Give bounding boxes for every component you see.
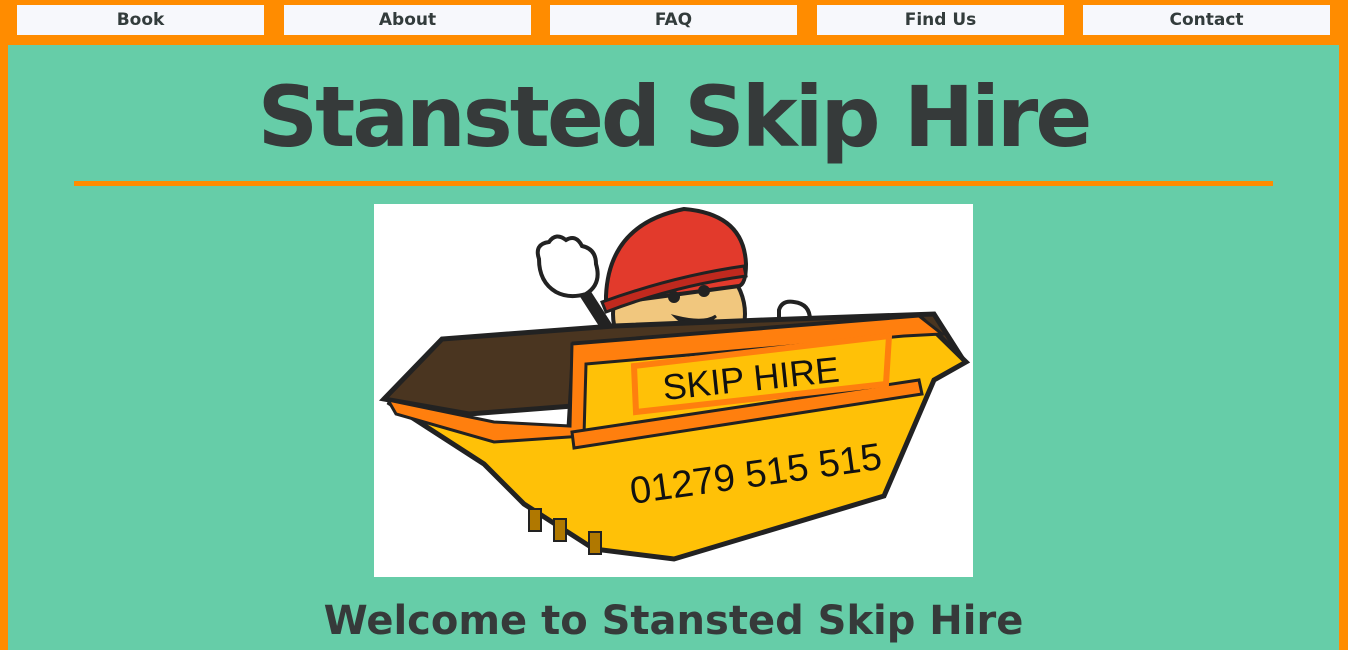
skip-hire-logo-image: SKIP HIRE 01279 515 515 (374, 204, 973, 577)
nav-find-us-button[interactable]: Find Us (817, 5, 1064, 35)
waving-glove-icon (535, 234, 600, 299)
nav-contact-button[interactable]: Contact (1083, 5, 1330, 35)
nav-book-button[interactable]: Book (17, 5, 264, 35)
top-nav: Book About FAQ Find Us Contact (0, 0, 1348, 42)
welcome-heading: Welcome to Stansted Skip Hire (323, 598, 1024, 644)
nav-about-button[interactable]: About (284, 5, 531, 35)
main-content: Stansted Skip Hire SKIP HIRE 01279 515 5… (8, 45, 1339, 650)
site-title: Stansted Skip Hire (257, 68, 1093, 166)
skip-mascot-illustration: SKIP HIRE 01279 515 515 (378, 206, 971, 562)
nav-faq-button[interactable]: FAQ (550, 5, 797, 35)
title-divider (74, 181, 1273, 186)
